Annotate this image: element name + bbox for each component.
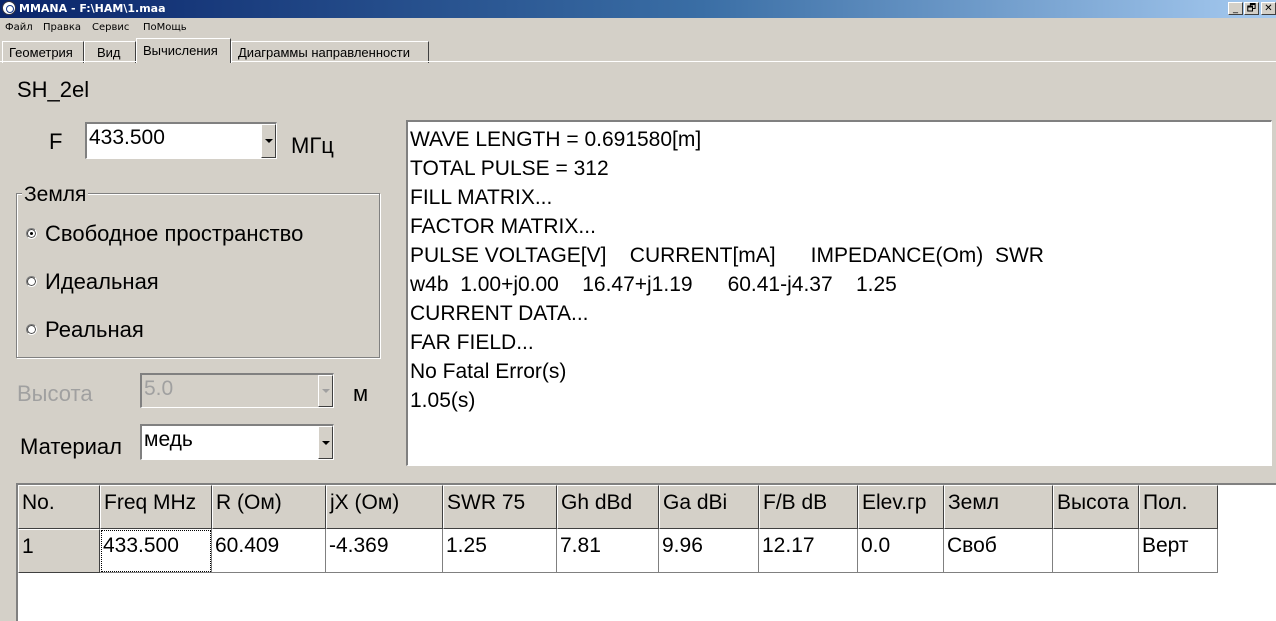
material-combo[interactable]: медь bbox=[140, 424, 334, 460]
results-table[interactable]: No. Freq MHz R (Ом) jX (Ом) SWR 75 Gh dB… bbox=[16, 483, 1276, 621]
height-value: 5.0 bbox=[144, 377, 174, 400]
log-line: FILL MATRIX... bbox=[410, 186, 553, 209]
menu-service[interactable]: Сервис bbox=[92, 22, 129, 33]
col-header-ground[interactable]: Земл bbox=[944, 485, 1053, 529]
tab-calculations[interactable]: Вычисления bbox=[136, 38, 231, 63]
cell-fb[interactable]: 12.17 bbox=[759, 529, 858, 573]
radio-ideal-label[interactable]: Идеальная bbox=[45, 269, 159, 295]
cell-swr[interactable]: 1.25 bbox=[443, 529, 557, 573]
col-header-no[interactable]: No. bbox=[18, 485, 100, 529]
menu-edit[interactable]: Правка bbox=[43, 22, 81, 33]
frequency-unit: МГц bbox=[291, 133, 334, 158]
log-line: TOTAL PULSE = 312 bbox=[410, 157, 609, 180]
col-header-polarization[interactable]: Пол. bbox=[1139, 485, 1218, 529]
restore-button[interactable]: 🗗 bbox=[1244, 2, 1259, 15]
menu-help[interactable]: ПоМощь bbox=[143, 22, 187, 33]
cell-ground[interactable]: Своб bbox=[944, 529, 1053, 573]
ground-title: Земля bbox=[22, 183, 89, 207]
height-combo[interactable]: 5.0 bbox=[140, 373, 334, 408]
menu-file[interactable]: Файл bbox=[5, 22, 33, 33]
tab-patterns[interactable]: Диаграммы направленности bbox=[231, 41, 429, 63]
radio-real[interactable] bbox=[26, 324, 37, 335]
material-dropdown-arrow-icon[interactable] bbox=[318, 426, 333, 459]
close-button[interactable]: ✕ bbox=[1261, 2, 1276, 15]
frequency-dropdown-arrow-icon[interactable] bbox=[261, 124, 276, 158]
col-header-fb[interactable]: F/B dB bbox=[759, 485, 858, 529]
menu-bar: Файл Правка Сервис ПоМощь bbox=[0, 18, 1276, 38]
log-line: PULSE VOLTAGE[V] CURRENT[mA] IMPEDANCE(O… bbox=[410, 244, 1044, 267]
log-line: w4b 1.00+j0.00 16.47+j1.19 60.41-j4.37 1… bbox=[410, 273, 897, 296]
material-value[interactable]: медь bbox=[144, 428, 193, 452]
tab-geometry[interactable]: Геометрия bbox=[2, 41, 84, 63]
col-header-jx[interactable]: jX (Ом) bbox=[326, 485, 443, 529]
col-header-gh[interactable]: Gh dBd bbox=[557, 485, 659, 529]
minimize-button[interactable]: _ bbox=[1228, 2, 1243, 15]
radio-real-label[interactable]: Реальная bbox=[45, 317, 144, 343]
col-header-swr[interactable]: SWR 75 bbox=[443, 485, 557, 529]
cell-r[interactable]: 60.409 bbox=[212, 529, 326, 573]
title-bar: MMANA - F:\HAM\1.maa _ 🗗 ✕ bbox=[0, 0, 1276, 18]
window-title: MMANA - F:\HAM\1.maa bbox=[19, 2, 166, 15]
frequency-label: F bbox=[49, 129, 63, 154]
cell-ga[interactable]: 9.96 bbox=[659, 529, 759, 573]
log-line: CURRENT DATA... bbox=[410, 302, 589, 325]
app-icon bbox=[2, 1, 16, 15]
log-line: FACTOR MATRIX... bbox=[410, 215, 596, 238]
col-header-height[interactable]: Высота bbox=[1053, 485, 1139, 529]
frequency-combo[interactable]: 433.500 bbox=[85, 122, 277, 159]
log-line: 1.05(s) bbox=[410, 389, 476, 412]
col-header-r[interactable]: R (Ом) bbox=[212, 485, 326, 529]
height-label: Высота bbox=[17, 381, 93, 406]
calculation-log[interactable]: WAVE LENGTH = 0.691580[m] TOTAL PULSE = … bbox=[406, 120, 1272, 466]
frequency-value[interactable]: 433.500 bbox=[89, 126, 165, 150]
cell-polarization[interactable]: Верт bbox=[1139, 529, 1218, 573]
cell-elev[interactable]: 0.0 bbox=[858, 529, 944, 573]
radio-free-space-label[interactable]: Свободное пространство bbox=[45, 221, 303, 247]
cell-gh[interactable]: 7.81 bbox=[557, 529, 659, 573]
height-unit: м bbox=[353, 381, 369, 406]
height-dropdown-arrow-icon bbox=[318, 375, 333, 407]
cell-height[interactable] bbox=[1053, 529, 1139, 573]
col-header-freq[interactable]: Freq MHz bbox=[100, 485, 212, 529]
log-line: FAR FIELD... bbox=[410, 331, 534, 354]
radio-free-space[interactable] bbox=[26, 228, 37, 239]
radio-ideal[interactable] bbox=[26, 276, 37, 287]
log-line: WAVE LENGTH = 0.691580[m] bbox=[410, 128, 702, 151]
tab-strip: Геометрия Вид Вычисления Диаграммы напра… bbox=[0, 38, 1276, 63]
tab-view[interactable]: Вид bbox=[84, 41, 136, 63]
antenna-name: SH_2el bbox=[17, 77, 90, 102]
col-header-elev[interactable]: Elev.гр bbox=[858, 485, 944, 529]
cell-freq[interactable]: 433.500 bbox=[100, 529, 212, 573]
col-header-ga[interactable]: Ga dBi bbox=[659, 485, 759, 529]
cell-jx[interactable]: -4.369 bbox=[326, 529, 443, 573]
row-number[interactable]: 1 bbox=[18, 529, 100, 573]
log-line: No Fatal Error(s) bbox=[410, 360, 567, 383]
material-label: Материал bbox=[20, 434, 122, 459]
